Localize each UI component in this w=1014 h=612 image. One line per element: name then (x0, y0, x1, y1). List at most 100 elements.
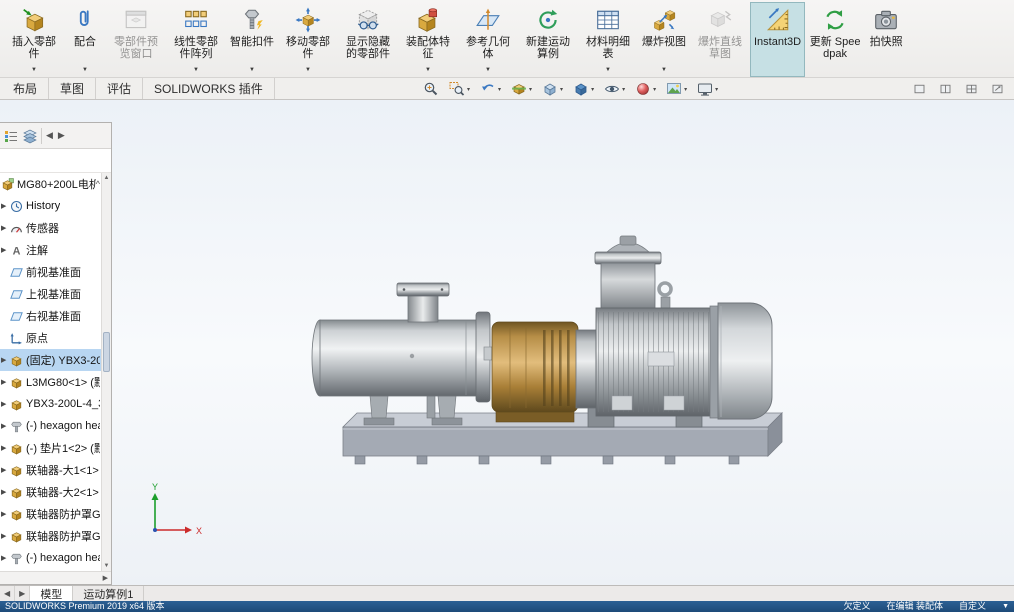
reference-geometry-button[interactable]: 参考几何体 ▼ (458, 2, 518, 77)
feature-tree-item[interactable]: ▶ YBX3-200L-4_30 (0, 393, 101, 415)
assembly-model[interactable]: Y X (112, 100, 1014, 585)
new-motion-study-button[interactable]: 新建运动算例 ▼ (518, 2, 578, 77)
dropdown-arrow-icon[interactable]: ▼ (605, 65, 611, 74)
expand-caret-icon[interactable]: ▶ (1, 356, 10, 364)
mate-button[interactable]: 配合 ▼ (64, 2, 106, 77)
dropdown-arrow-icon[interactable]: ▼ (193, 65, 199, 74)
explode-line-sketch-button[interactable]: 爆炸直线草图 ▼ (690, 2, 750, 77)
feature-tree-item[interactable]: ▶ (固定) YBX3-200L (0, 349, 101, 371)
feature-tree-item[interactable]: ▶ (-) hexagon hea (0, 415, 101, 437)
expand-caret-icon[interactable]: ▶ (1, 510, 10, 518)
edit-appearance-button[interactable]: ▾ (630, 79, 661, 99)
section-view-button[interactable]: ▾ (506, 79, 537, 99)
commandmanager-tab[interactable]: 评估 (96, 78, 144, 99)
dropdown-arrow-icon[interactable]: ▼ (485, 65, 491, 74)
take-snapshot-button[interactable]: 拍快照 ▼ (865, 2, 907, 77)
expand-caret-icon[interactable]: ▶ (1, 246, 10, 254)
feature-tree-item[interactable]: ▶ (-) hexagon hea (0, 547, 101, 569)
dropdown-arrow-icon[interactable]: ▼ (31, 65, 37, 74)
bill-of-materials-button[interactable]: 材料明细表 ▼ (578, 2, 638, 77)
study-tab[interactable]: 模型 (30, 586, 74, 601)
expand-caret-icon[interactable]: ▶ (1, 400, 10, 408)
feature-tree-item[interactable]: ▶ 联轴器-大2<1> ( (0, 481, 101, 503)
smart-fasteners-button[interactable]: 智能扣件 ▼ (226, 2, 278, 77)
dropdown-arrow-icon[interactable]: ▾ (498, 86, 501, 93)
pump-part[interactable] (311, 282, 491, 426)
tree-vertical-scrollbar[interactable]: ▲ ▼ (101, 173, 111, 571)
dropdown-arrow-icon[interactable]: ▾ (467, 86, 470, 93)
commandmanager-tab[interactable]: SOLIDWORKS 插件 (143, 78, 275, 99)
apply-scene-button[interactable]: ▾ (661, 79, 692, 99)
expand-caret-icon[interactable]: ▶ (1, 444, 10, 452)
expand-caret-icon[interactable]: ▶ (1, 422, 10, 430)
feature-tree-item[interactable]: 上视基准面 (0, 283, 101, 305)
feature-tree-item[interactable]: ▶ History (0, 195, 101, 217)
dropdown-arrow-icon[interactable]: ▾ (529, 86, 532, 93)
dropdown-arrow-icon[interactable]: ▼ (249, 65, 255, 74)
tab-scroll-left-icon[interactable]: ◀ (0, 586, 16, 601)
expand-caret-icon[interactable]: ▶ (1, 488, 10, 496)
dropdown-arrow-icon[interactable]: ▼ (82, 65, 88, 74)
feature-tree-item[interactable]: ▶ 联轴器防护罩G80 (0, 525, 101, 547)
feature-tree-item[interactable]: ▶ (-) 垫片1<2> (默 (0, 437, 101, 459)
zoom-fit-button[interactable]: ▾ (418, 79, 444, 99)
dropdown-arrow-icon[interactable]: ▼ (661, 65, 667, 74)
single-viewport-button[interactable] (913, 83, 926, 95)
move-component-button[interactable]: 移动零部件 ▼ (278, 2, 338, 77)
exploded-view-button[interactable]: 爆炸视图 ▼ (638, 2, 690, 77)
dropdown-arrow-icon[interactable]: ▾ (653, 86, 656, 93)
dropdown-arrow-icon[interactable]: ▼ (305, 65, 311, 74)
show-hidden-components-button[interactable]: 显示隐藏的零部件 ▼ (338, 2, 398, 77)
zoom-area-button[interactable]: ▾ (444, 79, 475, 99)
motor-part[interactable] (575, 235, 773, 428)
dropdown-arrow-icon[interactable]: ▼ (425, 65, 431, 74)
featuremanager-tab-icon[interactable] (3, 128, 19, 144)
view-settings-button[interactable]: ▾ (692, 79, 723, 99)
scrollbar-thumb[interactable] (103, 332, 110, 373)
graphics-area[interactable]: Y X (0, 100, 1014, 585)
assembly-features-button[interactable]: 装配体特征 ▼ (398, 2, 458, 77)
four-viewport-button[interactable] (965, 83, 978, 95)
view-orientation-button[interactable]: ▾ (537, 79, 568, 99)
expand-pane-button[interactable] (991, 83, 1004, 95)
status-dropdown-icon[interactable]: ▼ (1002, 601, 1009, 612)
scroll-down-icon[interactable]: ▼ (102, 561, 111, 571)
study-tab[interactable]: 运动算例1 (73, 586, 145, 601)
linear-pattern-button[interactable]: 线性零部件阵列 ▼ (166, 2, 226, 77)
panel-tab-prev-icon[interactable]: ◀ (45, 130, 54, 141)
feature-tree-item[interactable]: ▶ 注解 (0, 239, 101, 261)
feature-tree-item[interactable]: ▶ 传感器 (0, 217, 101, 239)
displaymanager-tab-icon[interactable] (22, 128, 38, 144)
scroll-right-icon[interactable]: ▶ (103, 574, 108, 582)
dropdown-arrow-icon[interactable]: ▾ (591, 86, 594, 93)
feature-tree-item[interactable]: ▶ 联轴器-大1<1> ( (0, 459, 101, 481)
expand-caret-icon[interactable]: ▶ (1, 224, 10, 232)
tree-horizontal-scrollbar[interactable]: ▶ (0, 571, 111, 584)
feature-tree-item[interactable]: ▶ 联轴器防护罩G80 (0, 503, 101, 525)
insert-component-button[interactable]: 插入零部件 ▼ (4, 2, 64, 77)
expand-caret-icon[interactable]: ▶ (1, 554, 10, 562)
feature-tree-item[interactable]: MG80+200L电机装 ^ (0, 173, 101, 195)
dropdown-arrow-icon[interactable]: ▾ (622, 86, 625, 93)
expand-caret-icon[interactable]: ▶ (1, 466, 10, 474)
display-style-button[interactable]: ▾ (568, 79, 599, 99)
commandmanager-tab[interactable]: 布局 (2, 78, 50, 99)
dropdown-arrow-icon[interactable]: ▾ (560, 86, 563, 93)
coupling-guard-part[interactable] (483, 321, 585, 423)
expand-caret-icon[interactable]: ▶ (1, 378, 10, 386)
previous-view-button[interactable]: ▾ (475, 79, 506, 99)
commandmanager-tab[interactable]: 草图 (49, 78, 97, 99)
feature-tree-item[interactable]: ▶ L3MG80<1> (默 (0, 371, 101, 393)
dropdown-arrow-icon[interactable]: ▾ (684, 86, 687, 93)
instant3d-button[interactable]: Instant3D ▼ (750, 2, 806, 77)
feature-tree-item[interactable]: 右视基准面 (0, 305, 101, 327)
dropdown-arrow-icon[interactable]: ▾ (715, 86, 718, 93)
expand-caret-icon[interactable]: ▶ (1, 532, 10, 540)
feature-tree-item[interactable]: 原点 (0, 327, 101, 349)
tab-scroll-right-icon[interactable]: ▶ (15, 586, 31, 601)
scroll-up-icon[interactable]: ▲ (102, 173, 111, 183)
panel-tab-next-icon[interactable]: ▶ (57, 130, 66, 141)
expand-caret-icon[interactable]: ▶ (1, 202, 10, 210)
two-viewport-button[interactable] (939, 83, 952, 95)
feature-tree-item[interactable]: 前视基准面 (0, 261, 101, 283)
